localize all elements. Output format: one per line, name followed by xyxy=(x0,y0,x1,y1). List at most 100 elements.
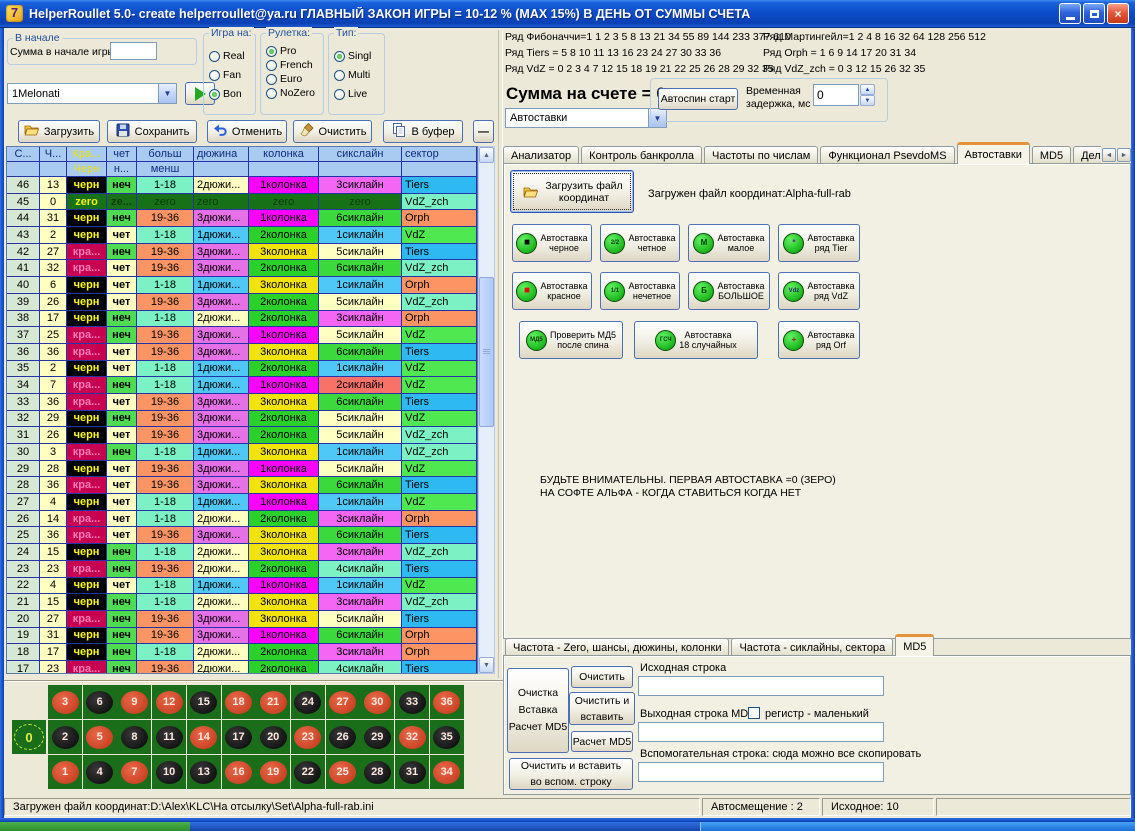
table-row[interactable]: 4132кра...чет19-363дюжи...2колонка6сикла… xyxy=(7,260,477,277)
tab-main-4[interactable]: Автоставки xyxy=(957,142,1030,164)
tab-main-1[interactable]: Контроль банкролла xyxy=(581,146,702,164)
tab-bottom-2[interactable]: MD5 xyxy=(895,634,934,656)
table-row[interactable]: 3817черннеч1-182дюжи...2колонка3сиклайнO… xyxy=(7,311,477,328)
register-checkbox[interactable] xyxy=(748,707,760,719)
table-row[interactable]: 4227кра...неч19-363дюжи...3колонка5сикла… xyxy=(7,244,477,261)
scroll-down-icon[interactable]: ▼ xyxy=(479,657,494,673)
tab-bottom-0[interactable]: Частота - Zero, шансы, дюжины, колонки xyxy=(505,638,729,656)
board-cell-14[interactable]: 14 xyxy=(187,720,221,754)
board-cell-30[interactable]: 30 xyxy=(360,685,394,719)
board-cell-zero[interactable]: 0 xyxy=(12,720,46,754)
toolbar-save-button[interactable]: Сохранить xyxy=(107,120,197,143)
tab-bottom-1[interactable]: Частота - сиклайны, сектора xyxy=(731,638,893,656)
clear-and-paste-button[interactable]: Очистить и вставить xyxy=(569,692,635,725)
board-cell-29[interactable]: 29 xyxy=(360,720,394,754)
table-row[interactable]: 352чернчет1-181дюжи...2колонка1сиклайнVd… xyxy=(7,361,477,378)
autobet-big-button[interactable]: БАвтоставкаБОЛЬШОЕ xyxy=(688,272,770,310)
board-cell-3[interactable]: 3 xyxy=(48,685,82,719)
board-cell-6[interactable]: 6 xyxy=(83,685,117,719)
board-cell-9[interactable]: 9 xyxy=(117,685,151,719)
table-row[interactable]: 303кра...неч1-181дюжи...3колонка1сиклайн… xyxy=(7,444,477,461)
autospin-start-button[interactable]: Автоспин старт xyxy=(658,88,738,110)
autobet-random-18-button[interactable]: ГСЧАвтоставка18 случайных xyxy=(634,321,758,359)
board-cell-27[interactable]: 27 xyxy=(326,685,360,719)
spinner-up-icon[interactable]: ▲ xyxy=(860,84,875,95)
tab-main-0[interactable]: Анализатор xyxy=(503,146,579,164)
table-row[interactable]: 3229черннеч19-363дюжи...2колонка5сиклайн… xyxy=(7,411,477,428)
clear-paste-helper-button[interactable]: Очистить и вставить во вспом. строку xyxy=(509,758,633,790)
board-cell-23[interactable]: 23 xyxy=(291,720,325,754)
radio-option-bon[interactable]: Bon xyxy=(209,88,255,100)
board-cell-20[interactable]: 20 xyxy=(256,720,290,754)
board-cell-7[interactable]: 7 xyxy=(117,755,151,789)
table-row[interactable]: 2836кра...чет19-363дюжи...3колонка6сикла… xyxy=(7,477,477,494)
output-string-input[interactable] xyxy=(638,722,884,742)
delay-input[interactable] xyxy=(813,84,859,106)
board-cell-10[interactable]: 10 xyxy=(152,755,186,789)
clear-button[interactable]: Очистить xyxy=(571,666,633,688)
radio-option-nozero[interactable]: NoZero xyxy=(266,87,323,99)
load-coordinates-button[interactable]: Загрузить файл координат xyxy=(510,170,634,213)
table-row[interactable]: 3926чернчет19-363дюжи...2колонка5сиклайн… xyxy=(7,294,477,311)
table-row[interactable]: 4431черннеч19-363дюжи...1колонка6сиклайн… xyxy=(7,210,477,227)
radio-option-pro[interactable]: Pro xyxy=(266,45,323,57)
source-string-input[interactable] xyxy=(638,676,884,696)
mode-combo[interactable]: Автоставки ▼ xyxy=(505,108,667,128)
table-row[interactable]: 3636кра...чет19-363дюжи...3колонка6сикла… xyxy=(7,344,477,361)
board-cell-21[interactable]: 21 xyxy=(256,685,290,719)
table-scrollbar[interactable]: ▲ ▼ xyxy=(478,146,495,674)
table-row[interactable]: 1723кра...неч19-362дюжи...2колонка4сикла… xyxy=(7,661,477,674)
radio-option-french[interactable]: French xyxy=(266,59,323,71)
board-cell-26[interactable]: 26 xyxy=(326,720,360,754)
clear-paste-calc-button[interactable]: Очистка Вставка Расчет MD5 xyxy=(507,668,569,753)
board-cell-17[interactable]: 17 xyxy=(222,720,256,754)
spinner-down-icon[interactable]: ▼ xyxy=(860,95,875,106)
table-row[interactable]: 2115черннеч1-182дюжи...3колонка3сиклайнV… xyxy=(7,594,477,611)
table-row[interactable]: 347кра...неч1-181дюжи...1колонка2сиклайн… xyxy=(7,377,477,394)
board-cell-19[interactable]: 19 xyxy=(256,755,290,789)
board-cell-4[interactable]: 4 xyxy=(83,755,117,789)
autobet-row-orf-button[interactable]: +Автоставкаряд Orf xyxy=(778,321,860,359)
autobet-row-vdz-button[interactable]: VdzАвтоставкаряд VdZ xyxy=(778,272,860,310)
tabs-scroll-left-icon[interactable]: ◄ xyxy=(1102,148,1116,162)
radio-option-fan[interactable]: Fan xyxy=(209,69,255,81)
table-row[interactable]: 3336кра...чет19-363дюжи...3колонка6сикла… xyxy=(7,394,477,411)
radio-option-multi[interactable]: Multi xyxy=(334,69,384,81)
autobet-row-tier-button[interactable]: *Автоставкаряд Tier xyxy=(778,224,860,262)
table-row[interactable]: 2415черннеч1-182дюжи...3колонка3сиклайнV… xyxy=(7,544,477,561)
autobet-check-md5-button[interactable]: МД5Проверить МД5после спина xyxy=(519,321,623,359)
toolbar-clean-button[interactable]: Очистить xyxy=(293,120,372,143)
board-cell-28[interactable]: 28 xyxy=(360,755,394,789)
calc-md5-button[interactable]: Расчет MD5 xyxy=(571,731,633,752)
board-cell-18[interactable]: 18 xyxy=(222,685,256,719)
board-cell-34[interactable]: 34 xyxy=(430,755,464,789)
table-row[interactable]: 1931черннеч19-363дюжи...1колонка6сиклайн… xyxy=(7,628,477,645)
table-row[interactable]: 4613черннеч1-182дюжи...1колонка3сиклайнT… xyxy=(7,177,477,194)
start-sum-input[interactable] xyxy=(110,42,157,60)
table-row[interactable]: 1817черннеч1-182дюжи...2колонка3сиклайнO… xyxy=(7,644,477,661)
tab-main-2[interactable]: Частоты по числам xyxy=(704,146,818,164)
board-cell-36[interactable]: 36 xyxy=(430,685,464,719)
board-cell-13[interactable]: 13 xyxy=(187,755,221,789)
board-cell-31[interactable]: 31 xyxy=(395,755,429,789)
board-cell-25[interactable]: 25 xyxy=(326,755,360,789)
table-row[interactable]: 3126чернчет19-363дюжи...2колонка5сиклайн… xyxy=(7,427,477,444)
table-row[interactable]: 2323кра...неч19-362дюжи...2колонка4сикла… xyxy=(7,561,477,578)
table-row[interactable]: 224чернчет1-181дюжи...1колонка1сиклайнVd… xyxy=(7,578,477,595)
helper-string-input[interactable] xyxy=(638,762,884,782)
board-cell-32[interactable]: 32 xyxy=(395,720,429,754)
scroll-up-icon[interactable]: ▲ xyxy=(479,147,494,163)
board-cell-8[interactable]: 8 xyxy=(117,720,151,754)
table-row[interactable]: 432чернчет1-181дюжи...2колонка1сиклайнVd… xyxy=(7,227,477,244)
table-row[interactable]: 3725кра...неч19-363дюжи...1колонка5сикла… xyxy=(7,327,477,344)
taskbar-fragment[interactable] xyxy=(190,822,700,831)
radio-option-real[interactable]: Real xyxy=(209,50,255,62)
autobet-black-button[interactable]: ■Автоставкачерное xyxy=(512,224,592,262)
radio-option-live[interactable]: Live xyxy=(334,88,384,100)
tabs-scroll-right-icon[interactable]: ► xyxy=(1117,148,1131,162)
tab-main-6[interactable]: Делени xyxy=(1073,146,1101,164)
radio-option-singl[interactable]: Singl xyxy=(334,50,384,62)
preset-combo[interactable]: 1Melonati ▼ xyxy=(7,83,177,104)
toolbar-undo-button[interactable]: Отменить xyxy=(207,120,287,143)
board-cell-11[interactable]: 11 xyxy=(152,720,186,754)
